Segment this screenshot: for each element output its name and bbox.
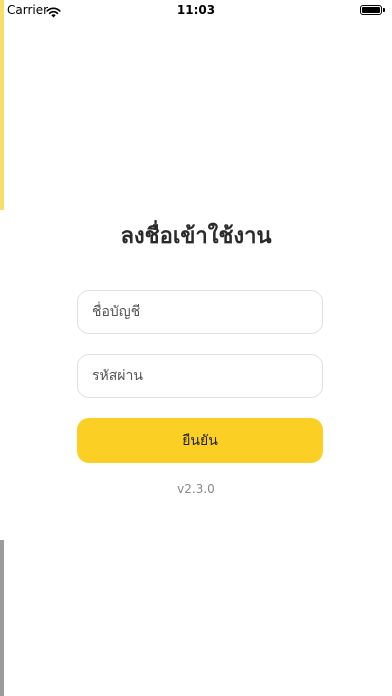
username-field[interactable] [77,290,323,334]
left-edge-gray [0,540,4,696]
submit-button[interactable]: ยืนยัน [77,418,323,463]
status-time: 11:03 [176,3,216,17]
status-bar: Carrier 11:03 [0,0,392,22]
left-edge-accent [0,0,4,210]
password-field[interactable] [77,354,323,398]
page-title: ลงชื่อเข้าใช้งาน [120,224,272,249]
version-label: v2.3.0 [177,482,215,496]
battery-icon [360,5,385,15]
